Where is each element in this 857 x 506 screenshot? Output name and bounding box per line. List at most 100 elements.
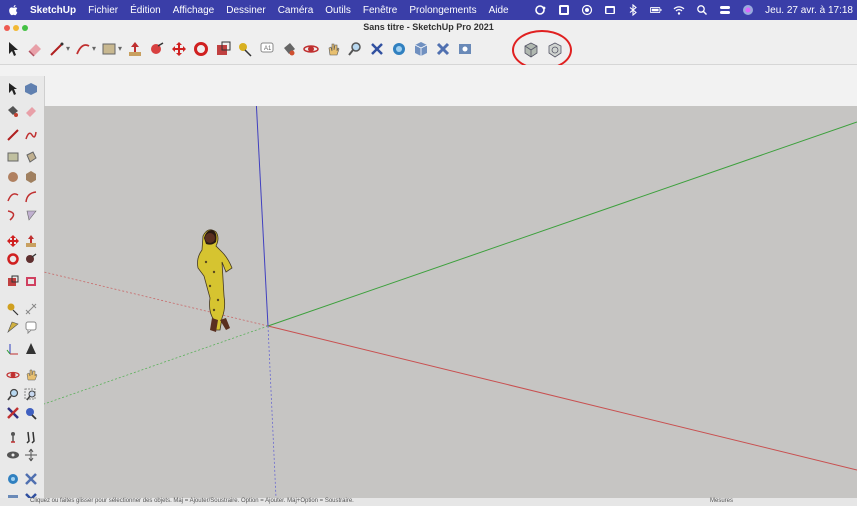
line-dropdown-icon[interactable]: ▾ — [66, 44, 70, 53]
apple-icon[interactable] — [8, 4, 20, 16]
menu-camera[interactable]: Caméra — [272, 5, 320, 16]
menu-fichier[interactable]: Fichier — [82, 5, 124, 16]
previous-view-icon[interactable] — [24, 406, 38, 420]
pan-icon[interactable] — [324, 40, 342, 58]
3d-text-icon[interactable] — [24, 342, 38, 356]
position-camera-icon[interactable] — [6, 430, 20, 444]
look-around-icon[interactable] — [6, 448, 20, 462]
blue-axis-line — [255, 106, 269, 327]
window-title: Sans titre - SketchUp Pro 2021 — [363, 22, 494, 32]
blue-axis-negative-line — [267, 325, 277, 498]
rectangle-dropdown-icon[interactable]: ▾ — [118, 44, 122, 53]
green-axis-line — [267, 121, 857, 327]
zoom-icon[interactable] — [6, 388, 20, 402]
polygon-icon[interactable] — [24, 170, 38, 184]
axes-icon[interactable] — [6, 342, 20, 356]
eraser-icon[interactable] — [26, 40, 44, 58]
line-icon[interactable] — [6, 128, 20, 142]
extension-warehouse-icon[interactable] — [412, 40, 430, 58]
rotated-rectangle-icon[interactable] — [24, 150, 38, 164]
three-point-arc-icon[interactable] — [6, 208, 20, 222]
siri-icon[interactable] — [742, 4, 754, 16]
rotate-icon[interactable] — [192, 40, 210, 58]
screenshot-icon[interactable] — [558, 4, 570, 16]
menu-dessiner[interactable]: Dessiner — [220, 5, 271, 16]
record-icon[interactable] — [581, 4, 593, 16]
bluetooth-icon[interactable] — [627, 4, 639, 16]
push-pull-icon[interactable] — [24, 234, 38, 248]
dimension-icon[interactable] — [24, 302, 38, 316]
rotate-icon[interactable] — [6, 252, 20, 266]
macos-menu-bar: SketchUp Fichier Édition Affichage Dessi… — [0, 0, 857, 20]
creative-cloud-icon[interactable] — [535, 4, 547, 16]
two-point-arc-icon[interactable] — [24, 190, 38, 204]
status-hint-text: Cliquez ou faites glisser pour sélection… — [30, 498, 354, 504]
walk-icon[interactable] — [24, 430, 38, 444]
arc-icon[interactable] — [6, 190, 20, 204]
offset-icon[interactable] — [24, 274, 38, 288]
battery-icon[interactable] — [650, 4, 662, 16]
extension-warehouse-icon[interactable] — [24, 472, 38, 486]
arc-dropdown-icon[interactable]: ▾ — [92, 44, 96, 53]
line-icon[interactable] — [48, 40, 66, 58]
make-component-icon[interactable] — [24, 82, 38, 96]
tape-measure-icon[interactable] — [6, 302, 20, 316]
highlight-circle — [512, 30, 572, 70]
zoom-window-icon[interactable] — [24, 388, 38, 402]
menu-affichage[interactable]: Affichage — [167, 5, 221, 16]
move-icon[interactable] — [170, 40, 188, 58]
zoom-extents-icon[interactable] — [6, 406, 20, 420]
orbit-icon[interactable] — [302, 40, 320, 58]
window-title-bar: Sans titre - SketchUp Pro 2021 — [0, 20, 857, 36]
paint-bucket-icon[interactable] — [280, 40, 298, 58]
rectangle-icon[interactable] — [6, 150, 20, 164]
protractor-icon[interactable] — [6, 320, 20, 334]
zoom-icon[interactable] — [346, 40, 364, 58]
menu-prolongements[interactable]: Prolongements — [403, 5, 482, 16]
drawing-viewport[interactable] — [44, 106, 857, 498]
zoom-extents-icon[interactable] — [368, 40, 386, 58]
3d-warehouse-icon[interactable] — [6, 472, 20, 486]
eraser-icon[interactable] — [24, 104, 38, 118]
scale-icon[interactable] — [214, 40, 232, 58]
menu-sketchup[interactable]: SketchUp — [24, 5, 82, 16]
tape-measure-icon[interactable] — [236, 40, 254, 58]
toolbar-tray — [0, 65, 857, 106]
text-icon[interactable]: A1 — [258, 40, 276, 58]
move-icon[interactable] — [6, 234, 20, 248]
pie-icon[interactable] — [24, 208, 38, 222]
measurements-label: Mesures — [710, 498, 734, 504]
clock[interactable]: Jeu. 27 avr. à 17:18 — [765, 5, 853, 16]
follow-me-icon[interactable] — [148, 40, 166, 58]
layout-icon[interactable] — [456, 40, 474, 58]
menu-edition[interactable]: Édition — [124, 5, 167, 16]
select-icon[interactable] — [6, 82, 20, 96]
menu-fenetre[interactable]: Fenêtre — [357, 5, 403, 16]
control-center-icon[interactable] — [719, 4, 731, 16]
wifi-icon[interactable] — [673, 4, 685, 16]
follow-me-icon[interactable] — [24, 252, 38, 266]
circle-icon[interactable] — [6, 170, 20, 184]
section-plane-icon[interactable] — [24, 448, 38, 462]
text-icon[interactable] — [24, 320, 38, 334]
3d-warehouse-icon[interactable] — [390, 40, 408, 58]
extension-manager-icon[interactable] — [434, 40, 452, 58]
rectangle-icon[interactable] — [100, 40, 118, 58]
scale-icon[interactable] — [6, 274, 20, 288]
model-axes — [44, 106, 857, 498]
green-axis-negative-line — [44, 325, 269, 405]
paint-bucket-icon[interactable] — [6, 104, 20, 118]
scale-figure[interactable] — [197, 229, 233, 332]
push-pull-icon[interactable] — [126, 40, 144, 58]
left-tool-palette — [0, 76, 45, 506]
red-axis-negative-line — [44, 271, 269, 327]
orbit-icon[interactable] — [6, 368, 20, 382]
menu-outils[interactable]: Outils — [319, 5, 357, 16]
pan-icon[interactable] — [24, 368, 38, 382]
window-icon[interactable] — [604, 4, 616, 16]
menu-aide[interactable]: Aide — [483, 5, 515, 16]
freehand-icon[interactable] — [24, 128, 38, 142]
spotlight-search-icon[interactable] — [696, 4, 708, 16]
arc-icon[interactable] — [74, 40, 92, 58]
select-icon[interactable] — [4, 40, 22, 58]
